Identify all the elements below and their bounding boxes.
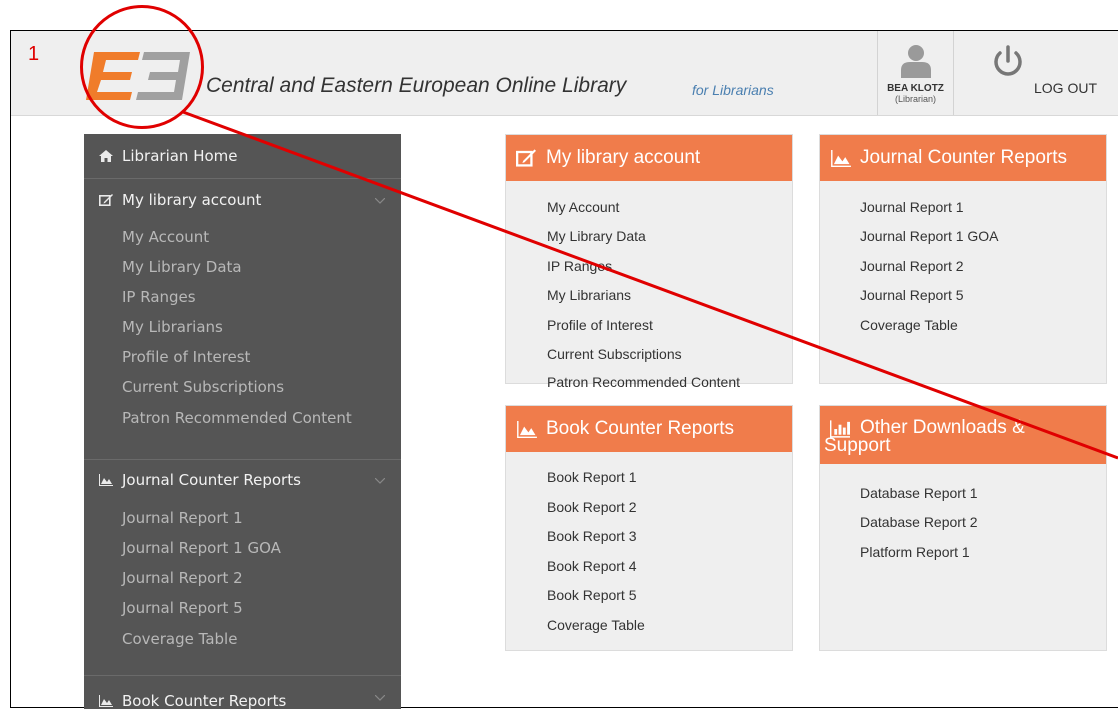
annotation-line	[182, 110, 1118, 460]
